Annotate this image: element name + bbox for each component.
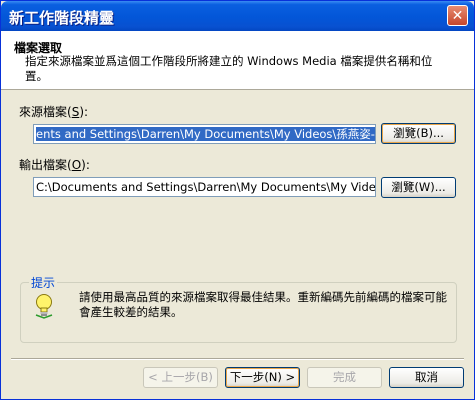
window-title: 新工作階段精靈	[9, 9, 115, 27]
footer-separator	[11, 358, 464, 360]
output-browse-button[interactable]: 瀏覽(W)...	[381, 177, 456, 198]
back-button[interactable]: < 上一步(B)	[143, 367, 218, 388]
wizard-window: 新工作階段精靈 ✕ 檔案選取 指定來源檔案並爲這個工作階段所將建立的 Windo…	[0, 0, 475, 400]
cancel-button[interactable]: 取消	[389, 367, 464, 388]
output-label: 輸出檔案(O):	[19, 158, 90, 172]
tip-title: 提示	[29, 274, 58, 291]
lightbulb-icon	[35, 294, 53, 319]
source-label: 來源檔案(S):	[19, 105, 89, 119]
source-browse-button[interactable]: 瀏覽(B)...	[381, 123, 456, 144]
source-file-input[interactable]: ents and Settings\Darren\My Documents\My…	[33, 124, 376, 144]
header-description: 指定來源檔案並爲這個工作階段所將建立的 Windows Media 檔案提供名稱…	[25, 54, 433, 83]
wizard-header: 檔案選取 指定來源檔案並爲這個工作階段所將建立的 Windows Media 檔…	[1, 31, 474, 90]
close-button[interactable]: ✕	[447, 5, 468, 26]
tip-text: 請使用最高品質的來源檔案取得最佳結果。重新編碼先前編碼的檔案可能會產生較差的結果…	[79, 290, 447, 319]
next-button[interactable]: 下一步(N) >	[225, 367, 300, 388]
title-bar[interactable]: 新工作階段精靈 ✕	[1, 1, 474, 31]
output-file-input[interactable]: C:\Documents and Settings\Darren\My Docu…	[33, 177, 376, 197]
finish-button[interactable]: 完成	[307, 367, 382, 388]
